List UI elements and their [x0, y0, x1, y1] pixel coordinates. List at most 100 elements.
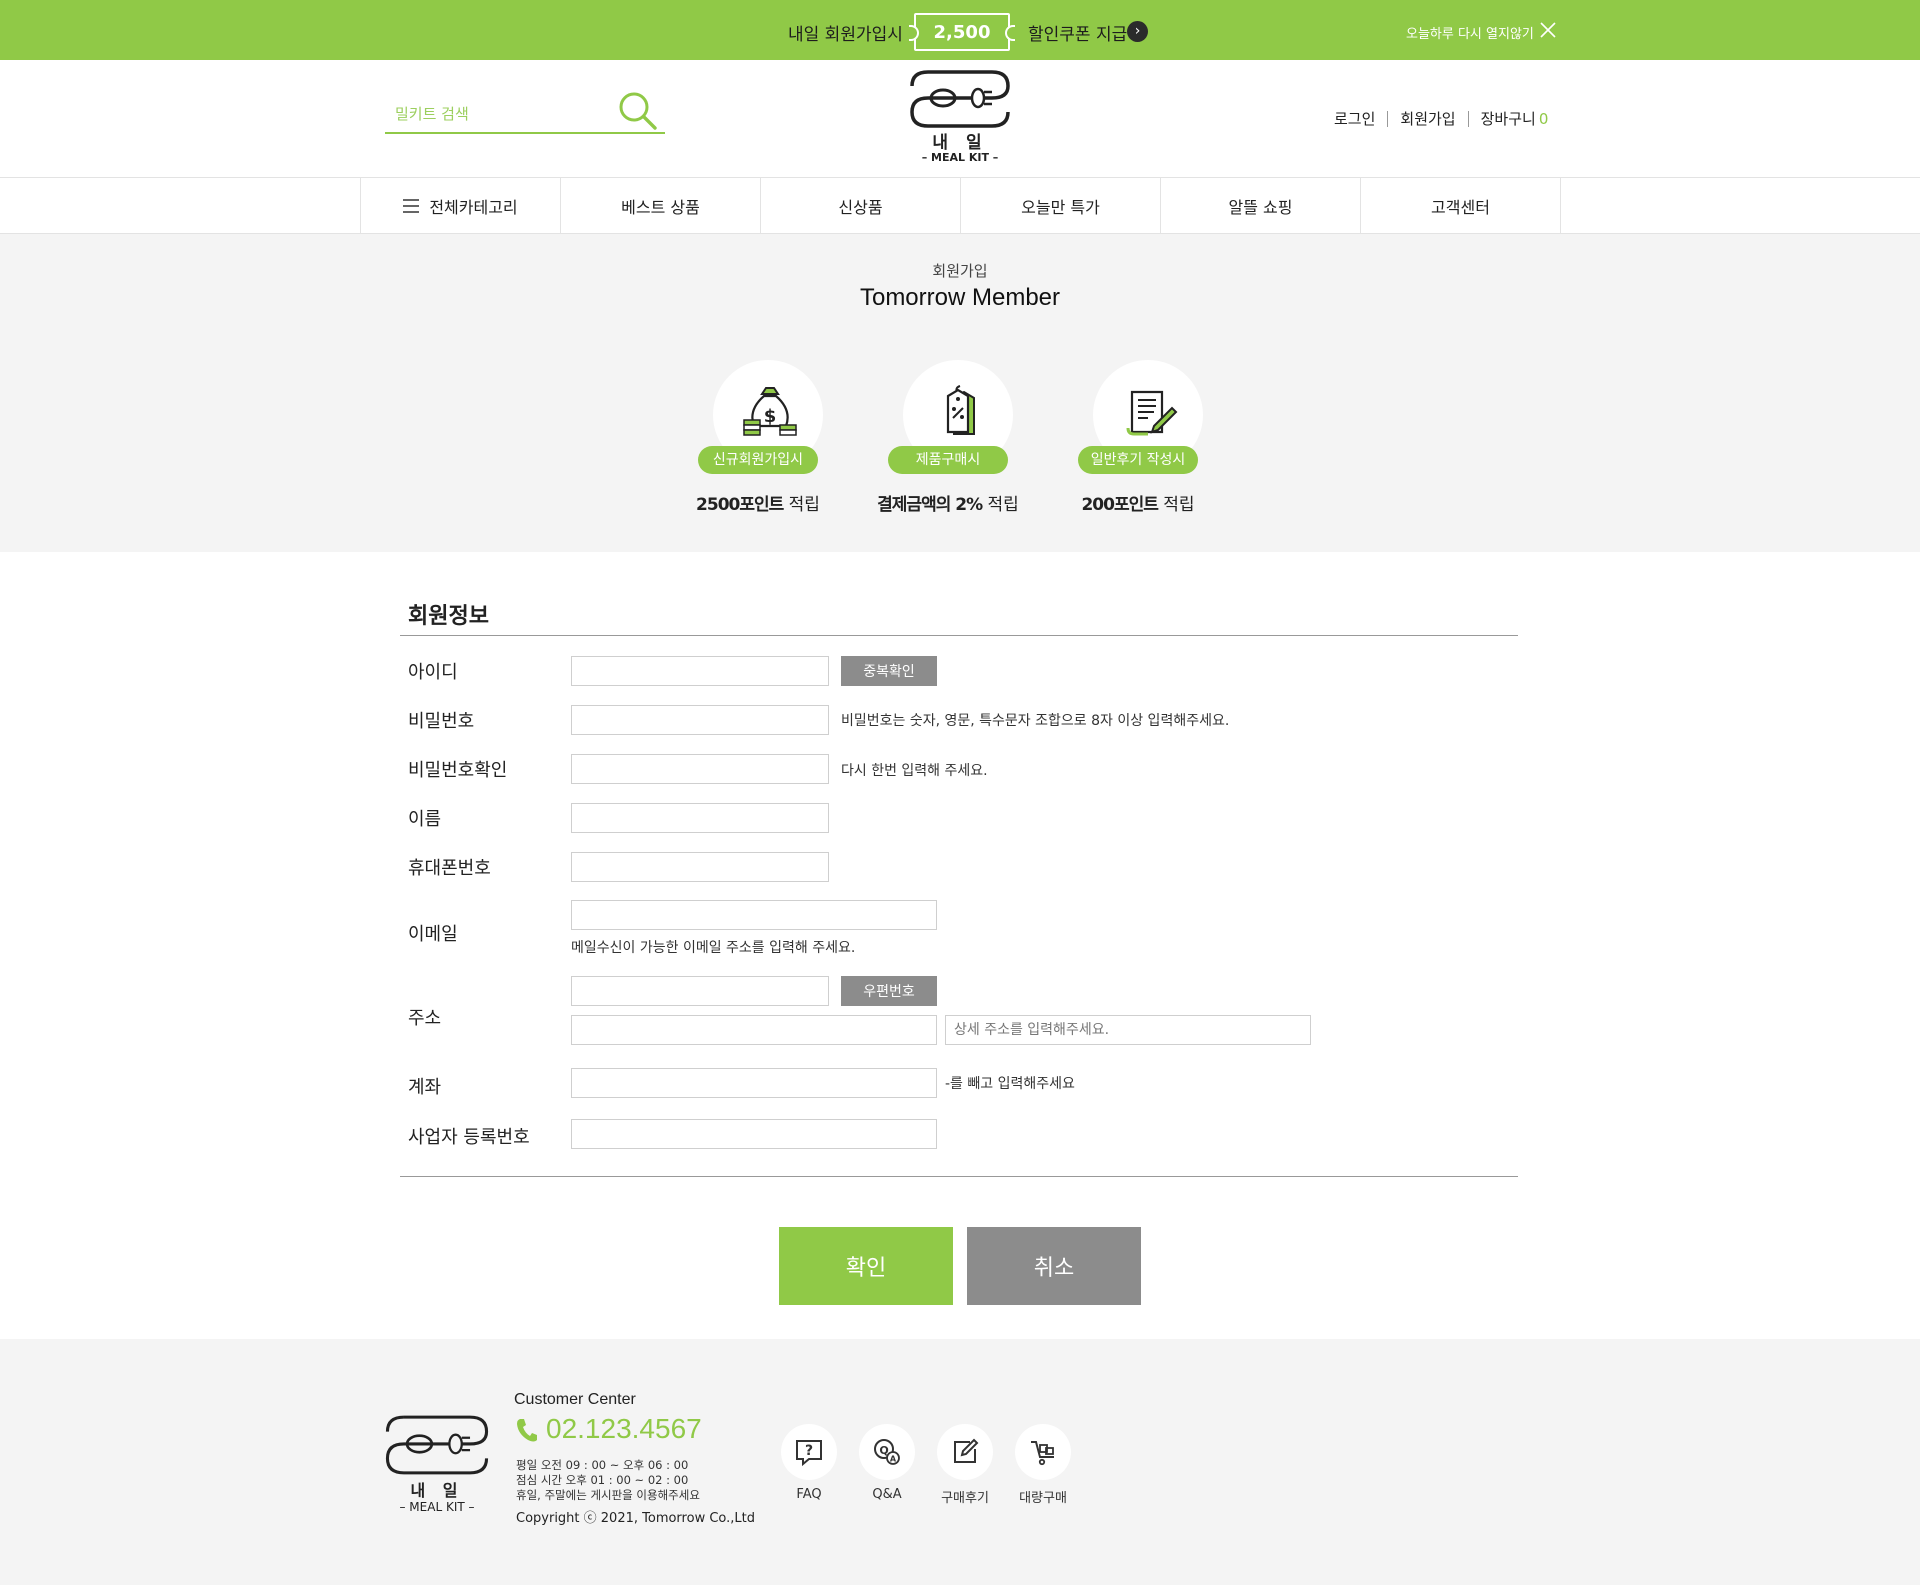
email-field[interactable]: [571, 900, 937, 930]
nav-label: 전체카테고리: [429, 198, 518, 217]
logo-plate-icon: [910, 70, 1010, 128]
divider: [400, 1176, 1518, 1177]
password-confirm-field[interactable]: [571, 754, 829, 784]
id-field[interactable]: [571, 656, 829, 686]
password-confirm-label: 비밀번호확인: [408, 760, 508, 781]
footer-link-bulk-order[interactable]: 대량구매: [1008, 1424, 1078, 1514]
signup-hero: 회원가입 Tomorrow Member $ 신규회원가입시 2500포인트 적…: [0, 234, 1920, 552]
id-check-button[interactable]: 중복확인: [841, 656, 937, 686]
logo-subtext: – MEAL KIT –: [921, 151, 999, 164]
login-link[interactable]: 로그인: [1334, 108, 1375, 129]
logo-text: 내 일: [932, 133, 988, 153]
money-bag-icon: $: [743, 387, 797, 436]
footer-link-label: FAQ: [796, 1487, 822, 1502]
footer-link-faq[interactable]: ? FAQ: [774, 1424, 844, 1514]
coupon-amount-badge: 2,500: [909, 13, 1015, 51]
business-number-label: 사업자 등록번호: [408, 1127, 530, 1148]
address-detail-field[interactable]: [945, 1015, 1311, 1045]
promo-suffix: 할인쿠폰 지급: [1028, 25, 1128, 45]
id-label: 아이디: [408, 662, 458, 683]
benefit-desc: 결제금액의 2% 적립: [877, 495, 1019, 515]
nav-new[interactable]: 신상품: [761, 178, 961, 234]
phone-field[interactable]: [571, 852, 829, 882]
main-nav: 전체카테고리 베스트 상품 신상품 오늘만 특가 알뜰 쇼핑 고객센터: [0, 178, 1920, 234]
zipcode-field[interactable]: [571, 976, 829, 1006]
cart-count: 0: [1538, 109, 1549, 128]
review-icon: [954, 1438, 979, 1463]
footer-logo: 내 일 – MEAL KIT –: [382, 1413, 492, 1521]
site-logo[interactable]: 내 일 – MEAL KIT –: [908, 68, 1012, 168]
nav-all-categories[interactable]: 전체카테고리: [361, 178, 561, 234]
promo-banner: 내일 회원가입시 2,500 할인쿠폰 지급 › 오늘하루 다시 열지않기: [0, 0, 1920, 60]
account-hint: -를 빼고 입력해주세요: [945, 1076, 1075, 1092]
phone-icon: [517, 1419, 537, 1442]
close-icon[interactable]: [1538, 20, 1558, 40]
email-label: 이메일: [408, 924, 458, 945]
dismiss-today-link[interactable]: 오늘하루 다시 열지않기: [1406, 23, 1534, 42]
member-info-form: 회원정보 아이디 중복확인 비밀번호 비밀번호는 숫자, 영문, 특수문자 조합…: [0, 552, 1920, 1339]
confirm-button[interactable]: 확인: [779, 1227, 953, 1305]
site-footer: 내 일 – MEAL KIT – Customer Center 02.123.…: [0, 1339, 1920, 1585]
promo-prefix: 내일 회원가입시: [788, 25, 903, 45]
account-label: 계좌: [408, 1077, 442, 1098]
password-label: 비밀번호: [408, 711, 475, 732]
section-title: 회원정보: [408, 604, 489, 629]
address-label: 주소: [408, 1008, 442, 1029]
site-header: 내 일 – MEAL KIT – 로그인 회원가입 장바구니 0: [0, 60, 1920, 178]
copyright: Copyright ⓒ 2021, Tomorrow Co.,Ltd: [516, 1511, 755, 1526]
cart-link[interactable]: 장바구니: [1481, 108, 1536, 129]
bulk-order-icon: [1031, 1441, 1054, 1466]
nav-today-special[interactable]: 오늘만 특가: [961, 178, 1161, 234]
svg-text:A: A: [890, 1455, 897, 1464]
hours-line: 휴일, 주말에는 게시판을 이용해주세요: [516, 1488, 700, 1502]
benefit-signup: $ 신규회원가입시 2500포인트 적립: [688, 360, 848, 520]
benefit-pill: 제품구매시: [888, 446, 1008, 474]
password-field[interactable]: [571, 705, 829, 735]
benefit-pill: 일반후기 작성시: [1078, 446, 1198, 474]
hours-line: 평일 오전 09 : 00 ~ 오후 06 : 00: [516, 1458, 689, 1472]
benefit-desc: 200포인트 적립: [1081, 495, 1195, 515]
qna-icon: Q A: [874, 1439, 900, 1465]
password-hint: 비밀번호는 숫자, 영문, 특수문자 조합으로 8자 이상 입력해주세요.: [841, 713, 1230, 729]
review-document-icon: [1126, 390, 1178, 436]
page-title: Tomorrow Member: [859, 284, 1061, 311]
svg-text:?: ?: [805, 1443, 813, 1459]
logo-plate-icon: [385, 1415, 489, 1475]
nav-bargain[interactable]: 알뜰 쇼핑: [1161, 178, 1361, 234]
zipcode-button[interactable]: 우편번호: [841, 976, 937, 1006]
footer-logo-subtext: – MEAL KIT –: [399, 1500, 475, 1514]
account-field[interactable]: [571, 1068, 937, 1098]
footer-link-label: Q&A: [872, 1487, 902, 1502]
coupon-amount: 2,500: [933, 21, 991, 43]
phone-label: 휴대폰번호: [408, 858, 491, 879]
divider: [400, 635, 1518, 636]
cancel-button[interactable]: 취소: [967, 1227, 1141, 1305]
benefit-purchase: 제품구매시 결제금액의 2% 적립: [877, 360, 1038, 520]
benefit-pill: 신규회원가입시: [698, 446, 818, 474]
price-tag-icon: [946, 385, 975, 435]
page-subtitle: 회원가입: [932, 262, 988, 280]
search-icon[interactable]: [617, 90, 659, 132]
promo-arrow-icon[interactable]: ›: [1127, 21, 1148, 42]
svg-text:$: $: [764, 406, 777, 427]
footer-link-label: 구매후기: [941, 1491, 989, 1506]
footer-link-qna[interactable]: Q A Q&A: [852, 1424, 922, 1514]
user-links: 로그인 회원가입 장바구니 0: [1334, 108, 1548, 129]
address-field[interactable]: [571, 1015, 937, 1045]
hamburger-menu-icon: [403, 199, 420, 213]
hours-line: 점심 시간 오후 01 : 00 ~ 02 : 00: [516, 1473, 689, 1487]
customer-center-phone[interactable]: 02.123.4567: [546, 1413, 702, 1445]
name-field[interactable]: [571, 803, 829, 833]
signup-link[interactable]: 회원가입: [1400, 108, 1455, 129]
business-number-field[interactable]: [571, 1119, 937, 1149]
footer-logo-text: 내 일: [410, 1481, 464, 1500]
password-confirm-hint: 다시 한번 입력해 주세요.: [841, 763, 988, 779]
email-hint: 메일수신이 가능한 이메일 주소를 입력해 주세요.: [571, 940, 856, 956]
nav-best[interactable]: 베스트 상품: [561, 178, 761, 234]
footer-link-review[interactable]: 구매후기: [930, 1424, 1000, 1514]
faq-icon: ?: [796, 1440, 822, 1467]
benefit-desc: 2500포인트 적립: [696, 495, 820, 515]
nav-customer-center[interactable]: 고객센터: [1361, 178, 1561, 234]
footer-link-label: 대량구매: [1019, 1491, 1067, 1506]
customer-center-title: Customer Center: [514, 1391, 636, 1408]
